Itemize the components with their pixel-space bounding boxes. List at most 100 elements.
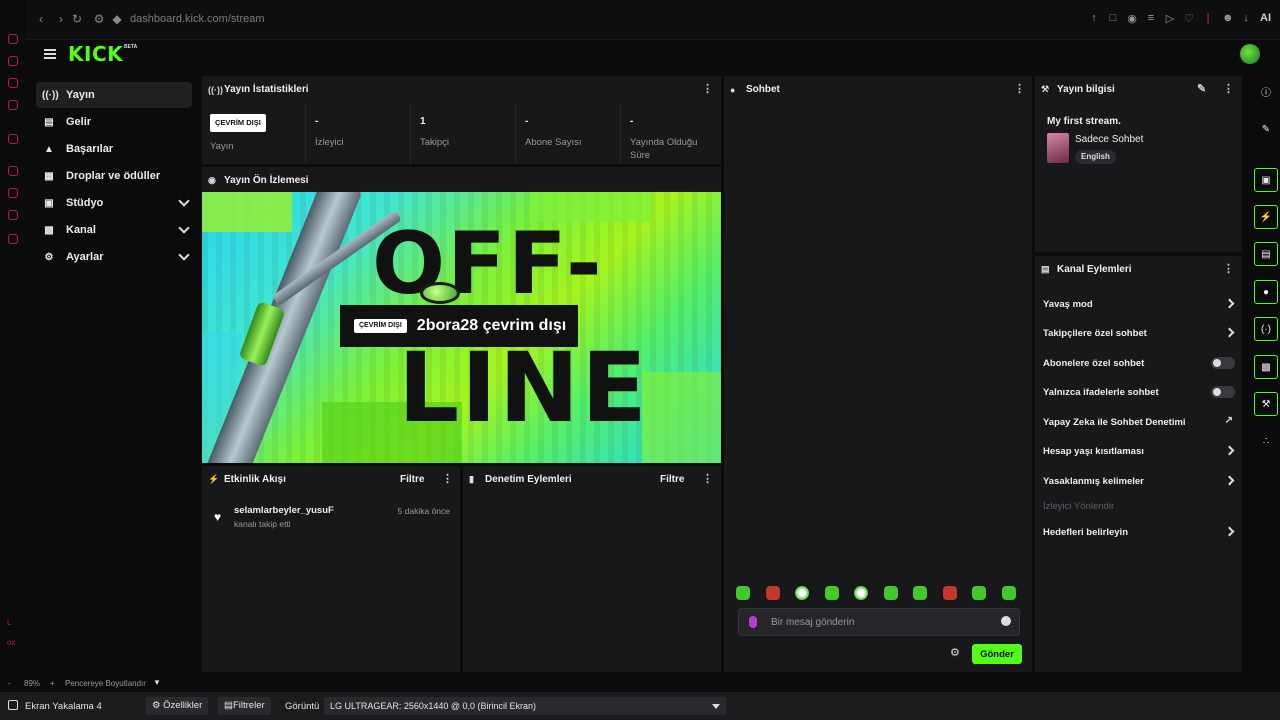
stat-izleyici: - İzleyici [306,104,410,166]
filters-button[interactable]: ▤Filtreler [218,697,271,715]
app-icon-2[interactable] [8,56,18,66]
language-badge: English [1075,150,1116,164]
action-banned-words[interactable]: Yasaklanmış kelimeler [1043,471,1235,491]
app-icon-3[interactable] [8,78,18,88]
chevron-down-icon[interactable] [178,222,190,234]
sidebar-item-gelir[interactable]: ▤ Gelir [36,109,192,135]
broadcast-icon[interactable]: (·) [1254,317,1278,341]
emote-2[interactable] [765,586,780,600]
filter-button[interactable]: Filtre [660,474,684,485]
chevron-down-icon[interactable] [178,195,190,207]
subscribers-only-toggle[interactable] [1211,357,1235,369]
action-slow-mode[interactable]: Yavaş mod [1043,294,1235,314]
display-select[interactable]: LG ULTRAGEAR: 2560x1440 @ 0,0 (Birincil … [324,697,726,715]
avatar[interactable] [1240,44,1260,64]
emoji-icon[interactable] [1001,616,1011,626]
download-icon[interactable]: ↓ [1241,12,1251,25]
shield-icon[interactable]: ◉ [1127,12,1137,25]
zoom-level: 89% [24,679,41,688]
screenshot-icon[interactable]: ▣ [1254,168,1278,192]
app-icon-6[interactable] [8,166,18,176]
stat-label: Yayın [210,141,234,152]
screenshot-icon[interactable]: □ [1108,12,1118,25]
sidebar-item-label: Droplar ve ödüller [66,170,161,182]
filter-button[interactable]: Filtre [400,474,424,485]
activity-user[interactable]: selamlarbeyler_yusuF [234,505,334,516]
emote-bar [736,586,1016,600]
forward-icon[interactable]: › [54,12,68,26]
panel-title: ◉ Yayın Ön İzlemesi [208,175,308,186]
sidebar-item-ayarlar[interactable]: ⚙ Ayarlar [36,244,192,270]
app-root: ‹ › ↻ ⚙ ◆ dashboard.kick.com/stream ↑ □ … [0,0,1280,720]
app-icon-8[interactable] [8,210,18,220]
zoom-in-button[interactable]: + [50,679,55,688]
sidebar-item-studyo[interactable]: ▣ Stüdyo [36,190,192,216]
gear-icon[interactable]: ⚙ [950,646,960,659]
sidebar-item-droplar[interactable]: ▦ Droplar ve ödüller [36,163,192,189]
emote-8[interactable] [942,586,957,600]
sidebar-item-yayin[interactable]: ((·)) Yayın [36,82,192,108]
menu-icon[interactable] [44,49,56,59]
edit-icon[interactable]: ✎ [1254,118,1278,142]
more-options-icon[interactable]: ⋮ [1223,264,1234,275]
chat-input[interactable] [771,609,991,635]
app-icon-1[interactable] [8,34,18,44]
sidebar-item-kanal[interactable]: ▩ Kanal [36,217,192,243]
emote-5[interactable] [854,586,868,600]
broadcast-icon: ((·)) [208,84,223,95]
notes-icon[interactable]: ▤ [1254,242,1278,266]
edit-icon[interactable]: ✎ [1197,84,1206,95]
pin-icon[interactable]: ↑ [1089,12,1099,25]
properties-button[interactable]: ⚙ Özellikler [146,697,209,715]
emote-1[interactable] [736,586,750,600]
action-ai-moderation[interactable]: Yapay Zeka ile Sohbet Denetimi ↗ [1043,412,1235,432]
more-options-icon[interactable]: ⋮ [702,84,713,95]
emote-9[interactable] [972,586,986,600]
emote-4[interactable] [824,586,839,600]
chevron-down-icon[interactable] [178,249,190,261]
ai-button[interactable]: AI [1260,12,1271,25]
site-settings-icon[interactable]: ⚙ [92,12,106,26]
emote-7[interactable] [913,586,927,600]
emote-3[interactable] [795,586,809,600]
url-path: /stream [227,13,265,25]
app-icon-5[interactable] [8,134,18,144]
emote-10[interactable] [1001,586,1016,600]
gift-icon: ▦ [44,170,54,182]
emote-6[interactable] [883,586,898,600]
chevron-down-icon[interactable]: ▼ [153,678,161,687]
reload-icon[interactable]: ↻ [70,12,84,26]
mic-icon[interactable] [749,616,757,628]
zoom-out-button[interactable]: - [8,679,11,688]
wrench-icon[interactable]: ⚒ [1254,392,1278,416]
action-label: Hedefleri belirleyin [1043,526,1129,538]
chat-icon[interactable]: ● [1254,280,1278,304]
emote-only-toggle[interactable] [1211,386,1235,398]
more-options-icon[interactable]: ⋮ [442,474,453,485]
more-options-icon[interactable]: ⋮ [1014,84,1025,95]
play-icon[interactable]: ▷ [1165,12,1175,25]
chevron-right-icon [1224,445,1235,456]
sidebar-item-basarilar[interactable]: ▲ Başarılar [36,136,192,162]
more-options-icon[interactable]: ⋮ [702,474,713,485]
back-icon[interactable]: ‹ [34,12,48,26]
app-icon-7[interactable] [8,188,18,198]
action-followers-only[interactable]: Takipçilere özel sohbet [1043,323,1235,343]
channel-actions-icon[interactable]: ▩ [1254,355,1278,379]
add-widget-icon[interactable]: ∴ [1254,430,1278,454]
more-options-icon[interactable]: ⋮ [1223,84,1234,95]
app-icon-4[interactable] [8,100,18,110]
heart-outline-icon[interactable]: ♡ [1184,12,1194,25]
cart-icon[interactable]: ≡ [1146,12,1156,25]
action-set-goals[interactable]: Hedefleri belirleyin [1043,522,1235,542]
fit-window-button[interactable]: Pencereye Boyutlandır [65,679,146,688]
action-account-age[interactable]: Hesap yaşı kısıtlaması [1043,441,1235,461]
address-bar[interactable]: dashboard.kick.com/stream [130,13,265,25]
kick-logo[interactable]: KICK [68,42,123,66]
info-icon[interactable]: ⓘ [1254,82,1278,106]
lightning-icon[interactable]: ⚡ [1254,205,1278,229]
action-label: Yapay Zeka ile Sohbet Denetimi [1043,416,1186,428]
app-icon-9[interactable] [8,234,18,244]
send-button[interactable]: Gönder [972,644,1022,664]
account-icon[interactable]: ☻ [1222,12,1234,25]
